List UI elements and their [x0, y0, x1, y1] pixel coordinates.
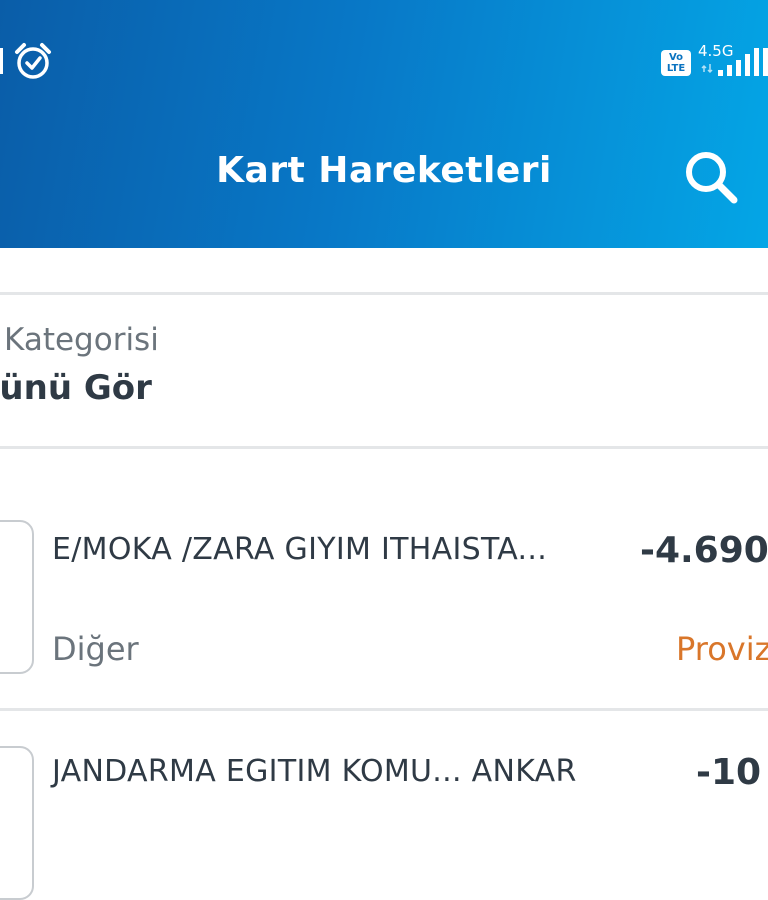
transaction-category: Diğer — [52, 630, 139, 668]
transaction-title: JANDARMA EGITIM KOMU... ANKAR — [52, 754, 577, 789]
volte-line1: Vo — [668, 52, 684, 63]
category-filter-label: m Kategorisi — [0, 322, 159, 358]
transaction-amount: -10 — [696, 752, 762, 793]
page-title: Kart Hareketleri — [216, 150, 552, 191]
search-icon[interactable] — [682, 148, 740, 206]
transaction-amount: -4.690 — [640, 530, 768, 571]
category-filter-link[interactable]: münü Gör — [0, 368, 152, 408]
volte-icon: Vo LTE — [661, 50, 691, 76]
transaction-status: Proviz — [676, 630, 768, 668]
alarm-icon — [15, 43, 51, 79]
divider — [0, 292, 768, 295]
network-type: 4.5G — [698, 42, 734, 60]
volte-line2: LTE — [666, 63, 686, 74]
transaction-title: E/MOKA /ZARA GIYIM ITHAISTA... — [52, 532, 548, 567]
merchant-logo — [0, 746, 34, 900]
divider — [0, 446, 768, 449]
divider — [0, 708, 768, 711]
app-header: Vo LTE 4.5G Kart Hareketleri — [0, 0, 768, 248]
status-icon-partial — [0, 48, 3, 74]
merchant-logo — [0, 520, 34, 674]
